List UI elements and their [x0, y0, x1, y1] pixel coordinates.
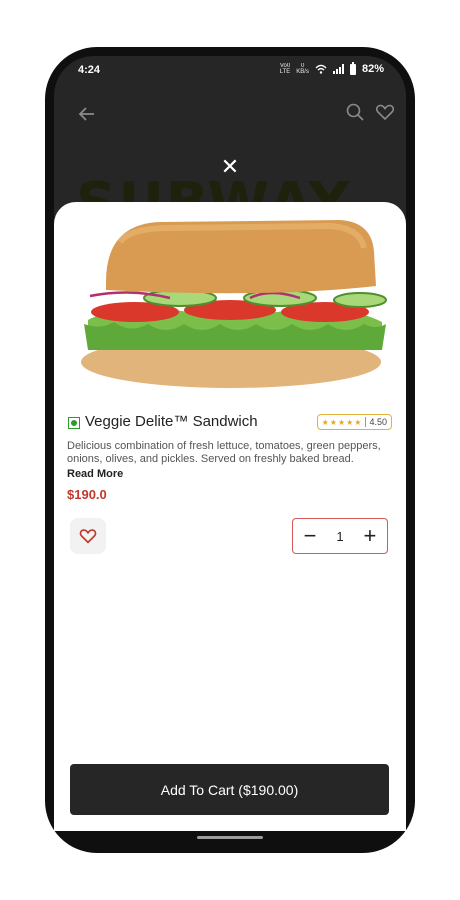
favorite-heart-icon[interactable]: [374, 101, 396, 123]
product-price: $190.0: [67, 487, 107, 502]
add-to-cart-button[interactable]: Add To Cart ($190.00): [70, 764, 389, 815]
increase-quantity-button[interactable]: +: [361, 525, 379, 547]
wishlist-button[interactable]: [70, 518, 106, 554]
heart-icon: [79, 529, 97, 544]
status-time: 4:24: [78, 64, 101, 76]
product-sheet: Veggie Delite™ Sandwich ★★★★★ 4.50 Delic…: [54, 202, 406, 831]
status-bar: 4:24 Vo0 LTE 0 KB/s 82%: [54, 56, 406, 84]
quantity-value: 1: [336, 528, 344, 544]
read-more-link[interactable]: Read More: [67, 468, 123, 480]
quantity-stepper[interactable]: − 1 +: [292, 518, 388, 554]
sandwich-image: [81, 220, 387, 388]
product-name: Veggie Delite™ Sandwich: [85, 413, 258, 430]
screen: 4:24 Vo0 LTE 0 KB/s 82% ✕ Veggie Delite™…: [54, 56, 406, 831]
status-icons: Vo0 LTE 0 KB/s 82%: [279, 61, 384, 75]
close-button[interactable]: ✕: [218, 155, 242, 179]
battery-percent: 82%: [361, 63, 384, 75]
product-description: Delicious combination of fresh lettuce, …: [67, 440, 381, 465]
rating-value: 4.50: [369, 417, 387, 427]
rating-badge: ★★★★★ 4.50: [316, 414, 392, 430]
home-indicator[interactable]: [197, 836, 263, 839]
signal-icon: [332, 64, 344, 74]
rating-stars-icon: ★★★★★: [321, 417, 363, 427]
veg-indicator-icon: [68, 417, 80, 429]
back-arrow-icon[interactable]: [76, 103, 98, 125]
search-icon[interactable]: [344, 101, 366, 123]
decrease-quantity-button[interactable]: −: [301, 525, 319, 547]
network-type: Vo0 LTE: [279, 63, 291, 75]
wifi-icon: [315, 64, 327, 74]
battery-icon: [349, 61, 356, 75]
rating-divider: [365, 417, 367, 427]
network-speed: 0 KB/s: [296, 63, 309, 75]
